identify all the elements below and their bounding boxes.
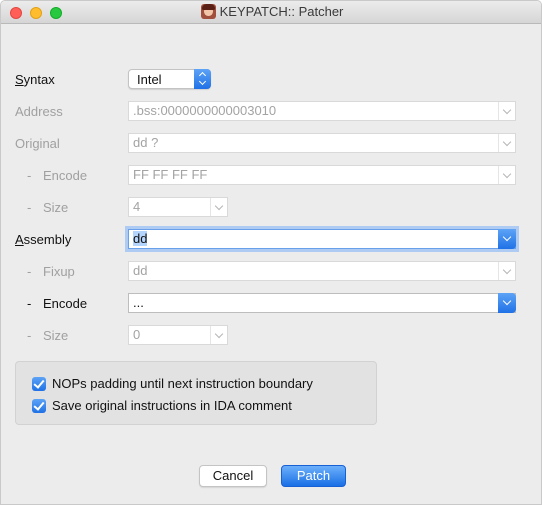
original-encode-combobox[interactable]: FF FF FF FF [128, 165, 516, 185]
nops-padding-label[interactable]: NOPs padding until next instruction boun… [52, 376, 313, 391]
asm-size-dash: - [27, 328, 32, 343]
patch-button[interactable]: Patch [281, 465, 346, 487]
asm-size-label: Size [43, 328, 69, 343]
original-encode-label: Encode [43, 168, 88, 183]
nops-padding-checkbox[interactable] [32, 377, 46, 391]
asm-encode-value: ... [133, 295, 144, 310]
original-encode-value: FF FF FF FF [133, 167, 208, 182]
fixup-label: Fixup [43, 264, 75, 279]
original-value: dd ? [133, 135, 159, 150]
address-combobox[interactable]: .bss:0000000000003010 [128, 101, 516, 121]
title-bar[interactable]: KEYPATCH:: Patcher [1, 1, 541, 24]
save-original-label[interactable]: Save original instructions in IDA commen… [52, 398, 292, 413]
updown-chevron-icon [194, 69, 211, 89]
chevron-down-icon[interactable] [498, 262, 515, 280]
window-title-area: KEYPATCH:: Patcher [1, 4, 541, 19]
assembly-label: Assembly [15, 232, 72, 247]
original-size-combobox[interactable]: 4 [128, 197, 228, 217]
asm-size-value: 0 [133, 327, 141, 342]
original-combobox[interactable]: dd ? [128, 133, 516, 153]
cancel-button[interactable]: Cancel [199, 465, 267, 487]
save-original-checkbox[interactable] [32, 399, 46, 413]
chevron-down-icon[interactable] [498, 293, 516, 313]
assembly-value: dd [133, 231, 148, 246]
chevron-down-icon[interactable] [498, 229, 516, 249]
fixup-combobox[interactable]: dd [128, 261, 516, 281]
app-icon [200, 4, 216, 19]
address-label: Address [15, 104, 63, 119]
chevron-down-icon[interactable] [210, 326, 227, 344]
asm-size-row: - Size [1, 325, 541, 347]
syntax-row: Syntax [1, 69, 541, 91]
original-size-value: 4 [133, 199, 141, 214]
syntax-value: Intel [137, 72, 162, 87]
original-size-label: Size [43, 200, 69, 215]
assembly-input[interactable]: dd [128, 229, 516, 249]
window-title: KEYPATCH:: Patcher [219, 4, 344, 19]
fixup-dash: - [27, 264, 32, 279]
original-label: Original [15, 136, 60, 151]
original-size-row: - Size [1, 197, 541, 219]
chevron-down-icon[interactable] [498, 102, 515, 120]
patcher-window: KEYPATCH:: Patcher Syntax Intel Address … [0, 0, 542, 505]
syntax-label: Syntax [15, 72, 55, 87]
chevron-down-icon[interactable] [498, 134, 515, 152]
fixup-value: dd [133, 263, 148, 278]
asm-encode-dash: - [27, 296, 32, 311]
asm-encode-combobox[interactable]: ... [128, 293, 516, 313]
address-value: .bss:0000000000003010 [133, 103, 277, 118]
syntax-select[interactable]: Intel [128, 69, 211, 89]
asm-size-combobox[interactable]: 0 [128, 325, 228, 345]
original-size-dash: - [27, 200, 32, 215]
chevron-down-icon[interactable] [210, 198, 227, 216]
options-group: NOPs padding until next instruction boun… [15, 361, 377, 425]
original-encode-dash: - [27, 168, 32, 183]
chevron-down-icon[interactable] [498, 166, 515, 184]
asm-encode-label: Encode [43, 296, 88, 311]
